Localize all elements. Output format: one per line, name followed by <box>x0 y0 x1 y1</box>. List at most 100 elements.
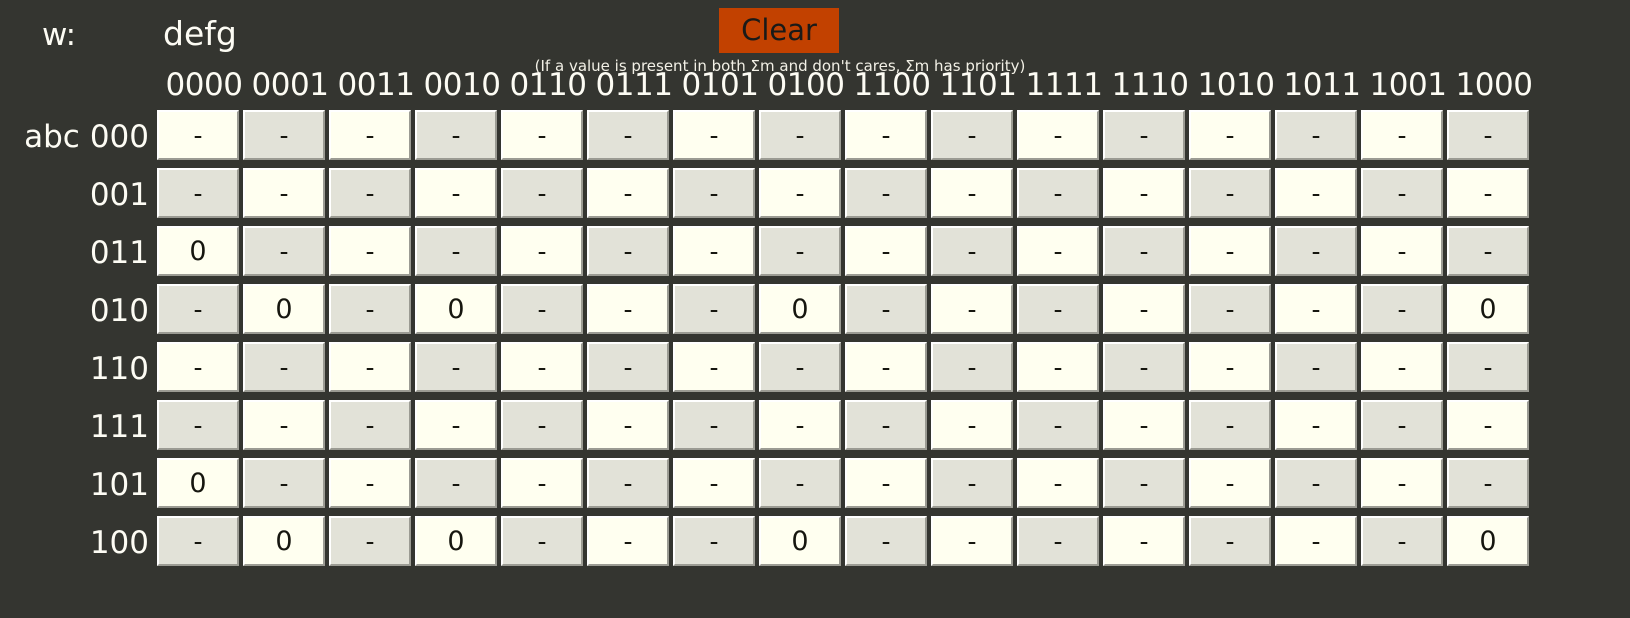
kmap-cell[interactable]: - <box>1189 226 1271 276</box>
kmap-cell[interactable]: - <box>1017 458 1099 508</box>
kmap-cell[interactable]: - <box>587 400 669 450</box>
kmap-cell[interactable]: - <box>329 458 411 508</box>
kmap-cell[interactable]: - <box>587 516 669 566</box>
kmap-cell[interactable]: - <box>845 284 927 334</box>
kmap-cell[interactable]: - <box>157 284 239 334</box>
kmap-cell[interactable]: - <box>759 110 841 160</box>
kmap-cell[interactable]: - <box>501 226 583 276</box>
kmap-cell[interactable]: - <box>1447 226 1529 276</box>
kmap-cell[interactable]: - <box>243 110 325 160</box>
clear-button[interactable]: Clear <box>719 8 839 53</box>
kmap-cell[interactable]: - <box>415 400 497 450</box>
kmap-cell[interactable]: - <box>243 342 325 392</box>
kmap-cell[interactable]: - <box>1017 342 1099 392</box>
kmap-cell[interactable]: - <box>1361 168 1443 218</box>
kmap-cell[interactable]: - <box>1275 516 1357 566</box>
kmap-cell[interactable]: - <box>243 400 325 450</box>
kmap-cell[interactable]: - <box>243 226 325 276</box>
kmap-cell[interactable]: - <box>1447 342 1529 392</box>
kmap-cell[interactable]: - <box>501 400 583 450</box>
kmap-cell[interactable]: - <box>1275 400 1357 450</box>
kmap-cell[interactable]: - <box>931 110 1013 160</box>
kmap-cell[interactable]: - <box>673 284 755 334</box>
kmap-cell[interactable]: - <box>587 284 669 334</box>
kmap-cell[interactable]: - <box>329 342 411 392</box>
kmap-cell[interactable]: - <box>1361 226 1443 276</box>
kmap-cell[interactable]: - <box>673 226 755 276</box>
kmap-cell[interactable]: - <box>1275 284 1357 334</box>
kmap-cell[interactable]: - <box>501 168 583 218</box>
kmap-cell[interactable]: - <box>759 400 841 450</box>
kmap-cell[interactable]: - <box>1275 168 1357 218</box>
kmap-cell[interactable]: - <box>243 168 325 218</box>
kmap-cell[interactable]: - <box>673 516 755 566</box>
kmap-cell[interactable]: - <box>1017 168 1099 218</box>
kmap-cell[interactable]: - <box>673 110 755 160</box>
kmap-cell[interactable]: - <box>931 400 1013 450</box>
kmap-cell[interactable]: - <box>501 110 583 160</box>
kmap-cell[interactable]: - <box>759 342 841 392</box>
kmap-cell[interactable]: - <box>1017 400 1099 450</box>
kmap-cell[interactable]: - <box>1275 110 1357 160</box>
kmap-cell[interactable]: - <box>931 516 1013 566</box>
kmap-cell[interactable]: 0 <box>157 226 239 276</box>
kmap-cell[interactable]: - <box>931 284 1013 334</box>
kmap-cell[interactable]: - <box>1189 342 1271 392</box>
kmap-cell[interactable]: - <box>501 284 583 334</box>
kmap-cell[interactable]: - <box>845 168 927 218</box>
kmap-cell[interactable]: - <box>1103 110 1185 160</box>
kmap-cell[interactable]: 0 <box>157 458 239 508</box>
kmap-cell[interactable]: - <box>1361 516 1443 566</box>
kmap-cell[interactable]: - <box>1189 168 1271 218</box>
kmap-cell[interactable]: - <box>1447 168 1529 218</box>
kmap-cell[interactable]: 0 <box>415 284 497 334</box>
kmap-cell[interactable]: - <box>329 400 411 450</box>
kmap-cell[interactable]: - <box>673 168 755 218</box>
kmap-cell[interactable]: - <box>329 284 411 334</box>
kmap-cell[interactable]: - <box>931 168 1013 218</box>
kmap-cell[interactable]: - <box>1017 516 1099 566</box>
kmap-cell[interactable]: - <box>759 226 841 276</box>
kmap-cell[interactable]: - <box>1189 284 1271 334</box>
kmap-cell[interactable]: 0 <box>243 284 325 334</box>
kmap-cell[interactable]: - <box>1275 226 1357 276</box>
kmap-cell[interactable]: - <box>1189 400 1271 450</box>
kmap-cell[interactable]: - <box>587 226 669 276</box>
kmap-cell[interactable]: - <box>845 110 927 160</box>
kmap-cell[interactable]: - <box>845 342 927 392</box>
kmap-cell[interactable]: - <box>931 458 1013 508</box>
kmap-cell[interactable]: - <box>1275 342 1357 392</box>
kmap-cell[interactable]: - <box>501 458 583 508</box>
kmap-cell[interactable]: - <box>329 226 411 276</box>
kmap-cell[interactable]: - <box>759 458 841 508</box>
kmap-cell[interactable]: - <box>415 342 497 392</box>
kmap-cell[interactable]: - <box>1447 458 1529 508</box>
kmap-cell[interactable]: - <box>157 168 239 218</box>
kmap-cell[interactable]: - <box>415 226 497 276</box>
kmap-cell[interactable]: - <box>931 342 1013 392</box>
kmap-cell[interactable]: - <box>673 458 755 508</box>
kmap-cell[interactable]: - <box>157 516 239 566</box>
kmap-cell[interactable]: - <box>587 458 669 508</box>
kmap-cell[interactable]: - <box>1103 168 1185 218</box>
kmap-cell[interactable]: 0 <box>759 284 841 334</box>
kmap-cell[interactable]: - <box>1017 226 1099 276</box>
kmap-cell[interactable]: - <box>673 342 755 392</box>
kmap-cell[interactable]: - <box>243 458 325 508</box>
kmap-cell[interactable]: - <box>1361 342 1443 392</box>
kmap-cell[interactable]: - <box>1275 458 1357 508</box>
kmap-cell[interactable]: - <box>501 516 583 566</box>
kmap-cell[interactable]: - <box>1447 110 1529 160</box>
kmap-cell[interactable]: - <box>673 400 755 450</box>
kmap-cell[interactable]: - <box>157 110 239 160</box>
kmap-cell[interactable]: - <box>1103 342 1185 392</box>
kmap-cell[interactable]: - <box>157 400 239 450</box>
kmap-cell[interactable]: - <box>1017 110 1099 160</box>
kmap-cell[interactable]: - <box>329 110 411 160</box>
kmap-cell[interactable]: - <box>157 342 239 392</box>
kmap-cell[interactable]: 0 <box>243 516 325 566</box>
kmap-cell[interactable]: - <box>1189 458 1271 508</box>
kmap-cell[interactable]: - <box>1361 458 1443 508</box>
kmap-cell[interactable]: - <box>1189 110 1271 160</box>
kmap-cell[interactable]: - <box>1361 110 1443 160</box>
